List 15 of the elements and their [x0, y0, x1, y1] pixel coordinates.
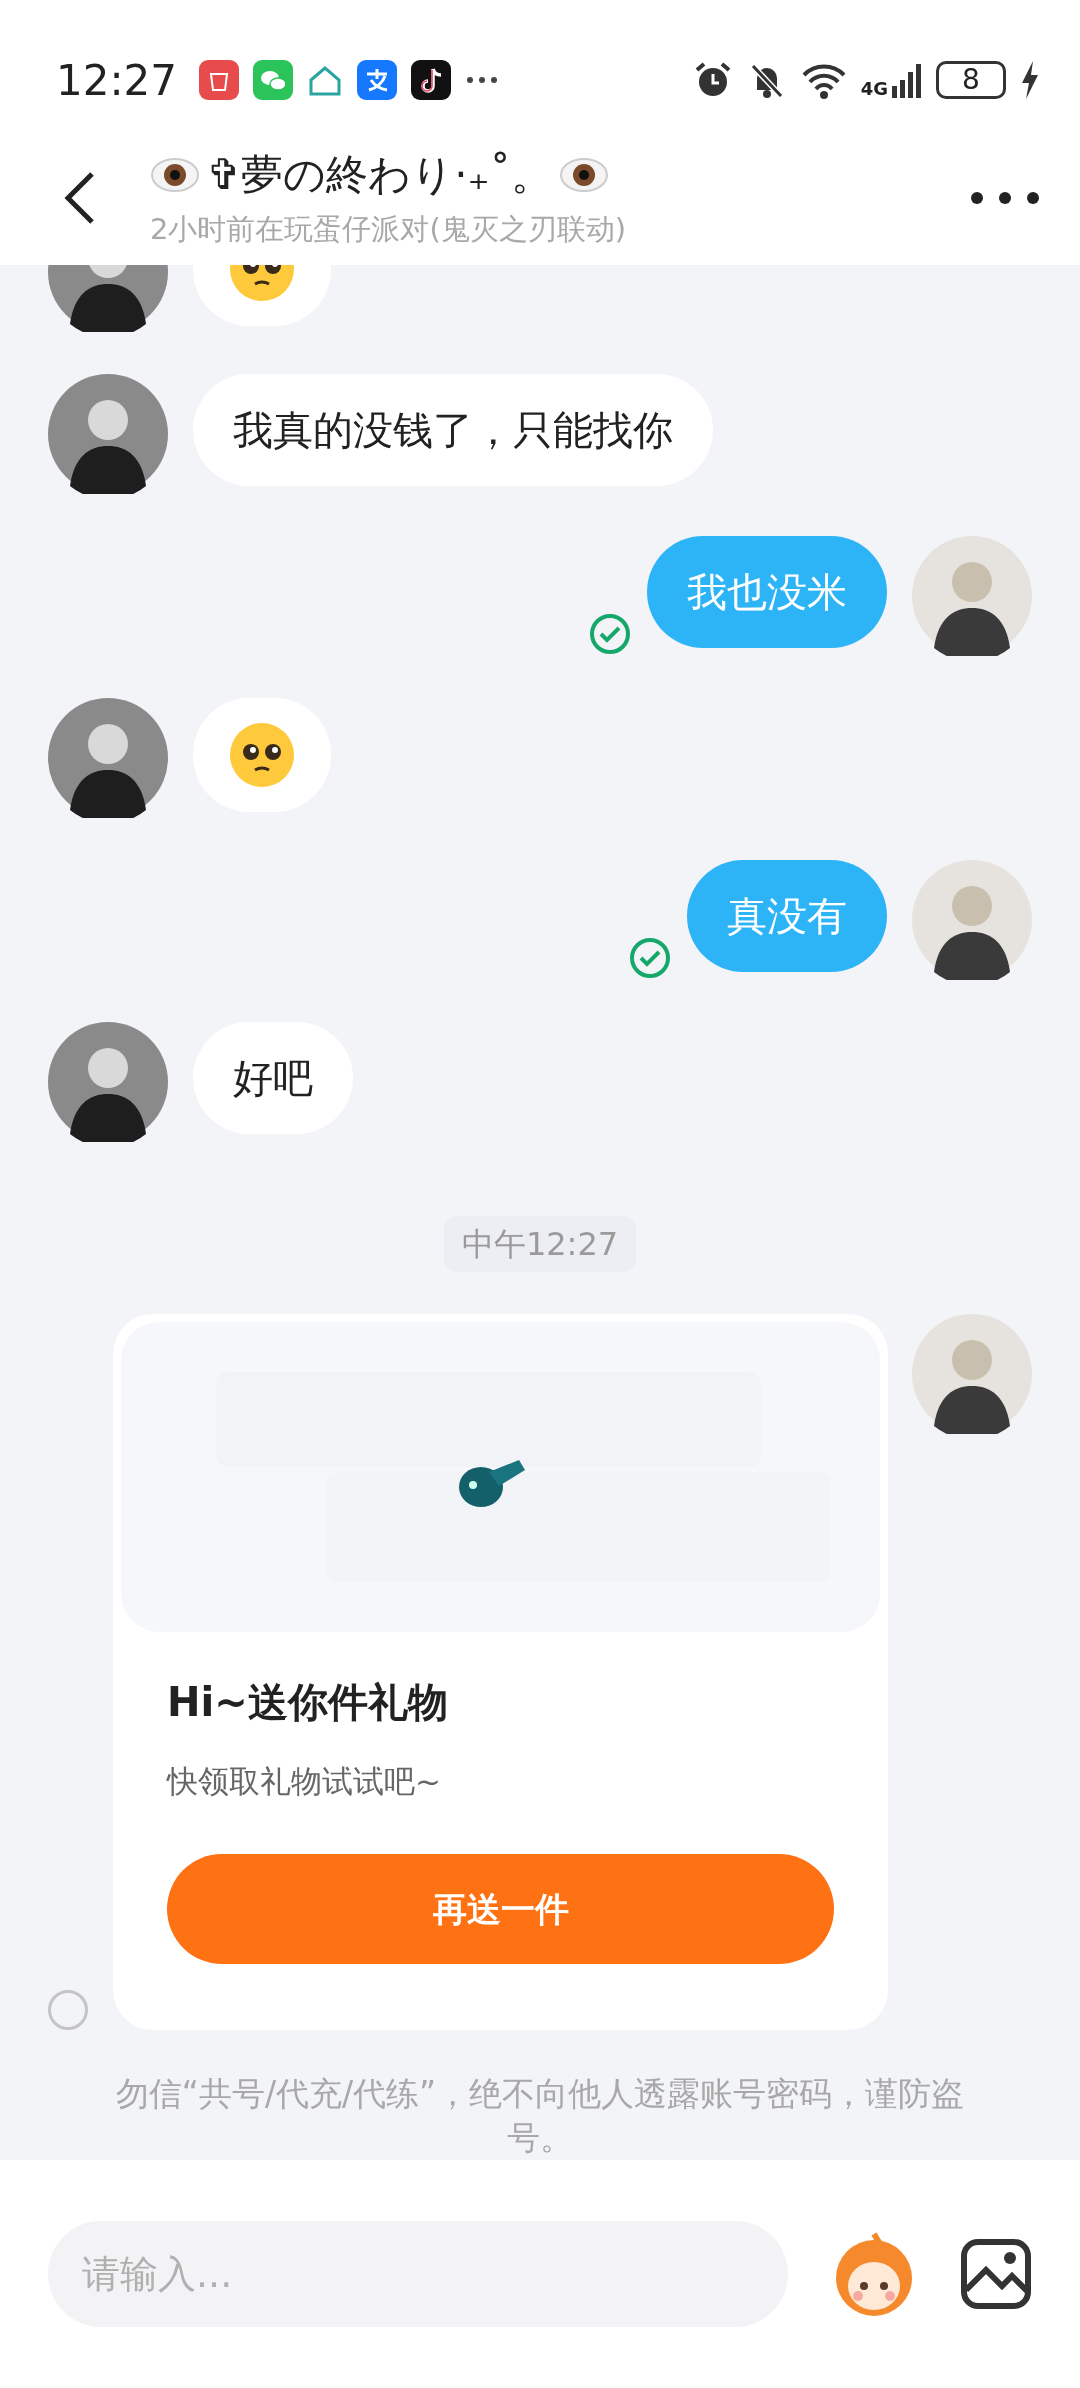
send-again-button[interactable]: 再送一件 — [167, 1854, 834, 1964]
message-bubble: 我真的没钱了，只能找你 — [193, 373, 713, 486]
gift-description: 快领取礼物试试吧~ — [167, 1761, 442, 1801]
timestamp: 中午12:27 — [443, 1215, 637, 1272]
gift-title: Hi~送你件礼物 — [167, 1677, 449, 1727]
message-bubble: 真没有 — [687, 859, 887, 972]
activity-status: 2小时前在玩蛋仔派对(鬼灭之刃联动) — [150, 211, 628, 249]
message-bubble: 我也没米 — [647, 535, 887, 648]
message-input[interactable]: 请输入... — [48, 2221, 788, 2327]
message-bubble: 好吧 — [193, 1021, 353, 1134]
clock-time: 12:27 — [56, 54, 178, 107]
network-type: 4G — [860, 80, 888, 98]
contact-name: ✞夢の終わり·₊˚。 — [206, 149, 553, 202]
security-notice: 勿信“共号/代充/代练”，绝不向他人透露账号密码，谨防盗号。 — [115, 2073, 965, 2159]
battery-level: 8 — [936, 61, 1006, 99]
